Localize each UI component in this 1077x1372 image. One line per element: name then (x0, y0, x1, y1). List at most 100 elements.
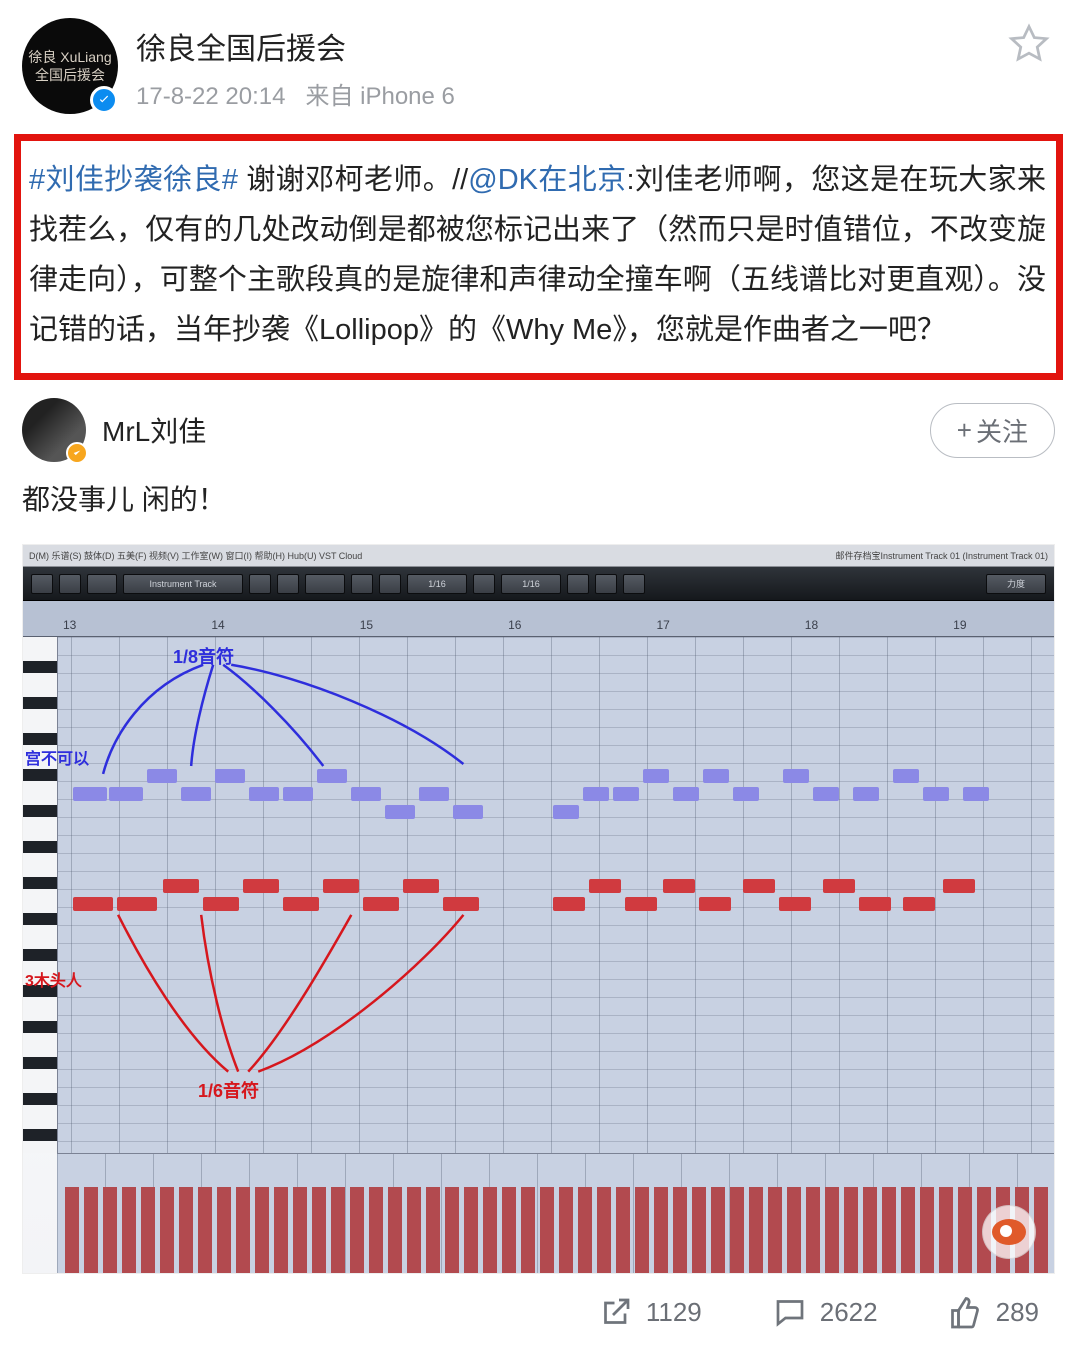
ruler-mark: 19 (953, 618, 966, 632)
hashtag-link[interactable]: #刘佳抄袭徐良# (29, 164, 238, 196)
ruler-mark: 15 (360, 618, 373, 632)
midi-note (903, 897, 935, 911)
velocity-bar (597, 1187, 611, 1273)
source-prefix: 来自 (305, 83, 360, 110)
velocity-bar (312, 1187, 326, 1273)
ruler-mark: 13 (63, 618, 76, 632)
follow-label: 关注 (976, 412, 1028, 449)
piano-roll: 1/8音符 1/6音符 宫不可以 3木头人 (23, 637, 1054, 1153)
midi-note (783, 769, 809, 783)
author-name[interactable]: 徐良全国后援会 (136, 24, 985, 68)
velocity-bar (578, 1187, 592, 1273)
midi-note (109, 787, 143, 801)
velocity-bar (445, 1187, 459, 1273)
velocity-bar (331, 1187, 345, 1273)
velocity-bar (958, 1187, 972, 1273)
midi-note (453, 805, 483, 819)
midi-note (317, 769, 347, 783)
midi-note (859, 897, 891, 911)
like-button[interactable]: 289 (948, 1294, 1039, 1330)
toolbar-button (59, 574, 81, 594)
comment-button[interactable]: 2622 (772, 1294, 878, 1330)
post-meta: 17-8-22 20:14 来自 iPhone 6 (136, 76, 985, 111)
velocity-bar (141, 1187, 155, 1273)
midi-note (283, 897, 319, 911)
quantize-box: 1/16 (407, 574, 467, 594)
velocity-bar (502, 1187, 516, 1273)
midi-note (73, 787, 107, 801)
source-device[interactable]: iPhone 6 (360, 83, 455, 110)
midi-note (673, 787, 699, 801)
time-ruler: 13 14 15 16 17 18 19 (23, 601, 1054, 637)
favorite-button[interactable] (1003, 18, 1055, 70)
midi-note (699, 897, 731, 911)
velocity-bar (198, 1187, 212, 1273)
toolbar-button (351, 574, 373, 594)
share-icon (598, 1294, 634, 1330)
quoted-author-avatar[interactable] (22, 398, 86, 462)
midi-note (823, 879, 855, 893)
annotation-lines (23, 637, 1054, 1153)
verified-badge-icon (66, 442, 88, 464)
midi-note (323, 879, 359, 893)
velocity-bar (521, 1187, 535, 1273)
velocity-bar (426, 1187, 440, 1273)
velocity-bar (825, 1187, 839, 1273)
quoted-author-name[interactable]: MrL刘佳 (102, 410, 914, 450)
header-info: 徐良全国后援会 17-8-22 20:14 来自 iPhone 6 (136, 18, 985, 111)
velocity-bar (863, 1187, 877, 1273)
avatar-text: 徐良 XuLiang 全国后援会 (28, 48, 111, 84)
midi-note (403, 879, 439, 893)
velocity-bar (806, 1187, 820, 1273)
midi-note (613, 787, 639, 801)
embedded-image[interactable]: D(M) 乐谱(S) 鼓体(D) 五美(F) 视频(V) 工作室(W) 窗口(I… (22, 544, 1055, 1274)
velocity-bar (103, 1187, 117, 1273)
midi-note (419, 787, 449, 801)
velocity-bar (350, 1187, 364, 1273)
midi-note (583, 787, 609, 801)
toolbar-button (595, 574, 617, 594)
mention-link[interactable]: @DK在北京 (468, 164, 626, 196)
post-text-1: 谢谢邓柯老师。// (238, 164, 468, 196)
velocity-bar (274, 1187, 288, 1273)
midi-note (117, 897, 157, 911)
midi-note (643, 769, 669, 783)
velocity-bar (65, 1187, 79, 1273)
midi-note (779, 897, 811, 911)
velocity-bar (483, 1187, 497, 1273)
velocity-lane (57, 1153, 1054, 1273)
toolbar-button (249, 574, 271, 594)
velocity-bar (768, 1187, 782, 1273)
velocity-label: 力度 (986, 574, 1046, 594)
toolbar-button (305, 574, 345, 594)
midi-note (351, 787, 381, 801)
verified-badge-icon (90, 86, 118, 114)
velocity-bar (901, 1187, 915, 1273)
share-count: 1129 (646, 1297, 702, 1328)
velocity-bar (84, 1187, 98, 1273)
velocity-bar (692, 1187, 706, 1273)
velocity-bar (236, 1187, 250, 1273)
midi-note (703, 769, 729, 783)
share-button[interactable]: 1129 (598, 1294, 702, 1330)
quoted-post: MrL刘佳 +关注 都没事儿 闲的！ (0, 398, 1077, 544)
midi-note (73, 897, 113, 911)
velocity-bar (711, 1187, 725, 1273)
velocity-bar (787, 1187, 801, 1273)
thumbs-up-icon (948, 1294, 984, 1330)
velocity-bar (179, 1187, 193, 1273)
midi-note (385, 805, 415, 819)
velocity-bar (217, 1187, 231, 1273)
ruler-mark: 16 (508, 618, 521, 632)
velocity-bar (255, 1187, 269, 1273)
daw-toolbar: Instrument Track 1/16 1/16 力度 (23, 567, 1054, 601)
follow-button[interactable]: +关注 (930, 403, 1055, 458)
annotation-label-blue: 1/8音符 (173, 643, 234, 669)
velocity-bar (293, 1187, 307, 1273)
velocity-bar (844, 1187, 858, 1273)
author-avatar[interactable]: 徐良 XuLiang 全国后援会 (22, 18, 118, 114)
midi-note (203, 897, 239, 911)
like-count: 289 (996, 1297, 1039, 1328)
toolbar-button (277, 574, 299, 594)
midi-note (249, 787, 279, 801)
